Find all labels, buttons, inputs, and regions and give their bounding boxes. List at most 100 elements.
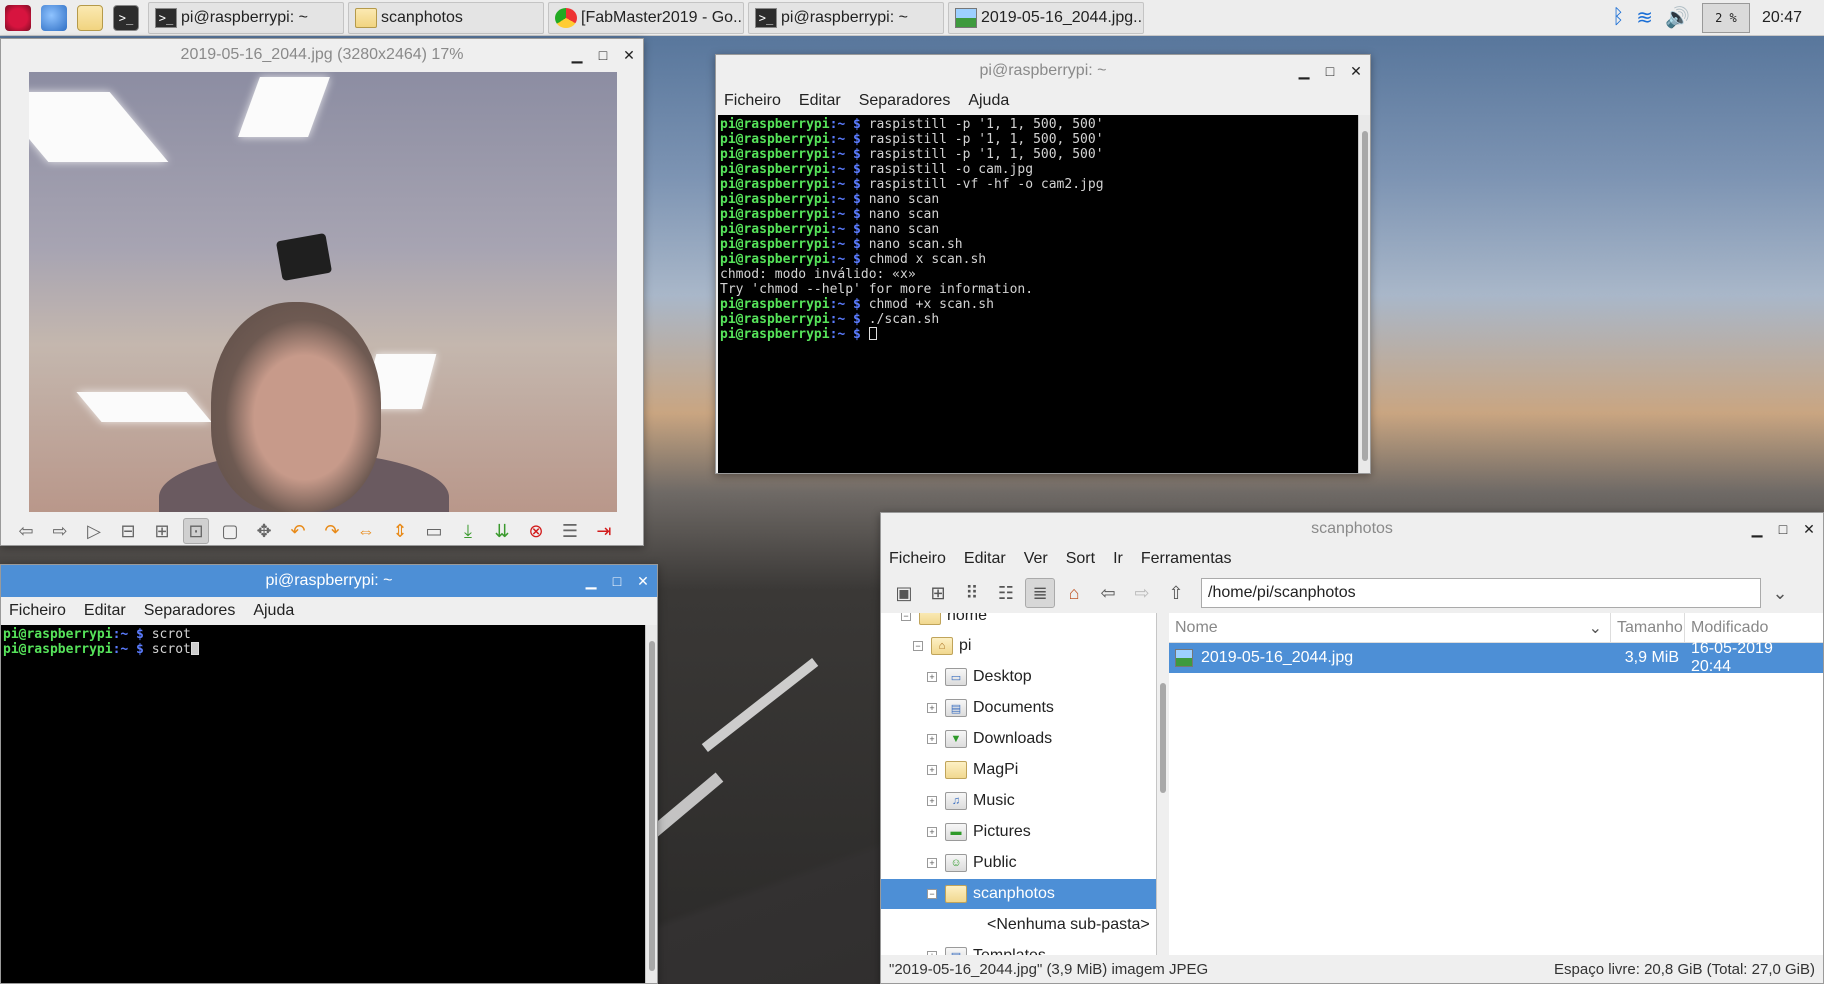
expand-icon[interactable]: + — [927, 734, 937, 744]
wifi-icon[interactable]: ≋ — [1636, 5, 1653, 30]
tree-item-downloads[interactable]: + ▼ Downloads — [881, 724, 1156, 754]
menu-ajuda[interactable]: Ajuda — [968, 92, 1009, 110]
open-file-icon[interactable]: ▭ — [421, 518, 447, 544]
task-terminal-1[interactable]: >_ pi@raspberrypi: ~ — [148, 1, 344, 34]
scroll-thumb[interactable] — [1362, 131, 1368, 461]
back-icon[interactable]: ⇦ — [1093, 578, 1123, 608]
terminal-scrollbar[interactable] — [1358, 115, 1370, 473]
task-scanphotos[interactable]: scanphotos — [348, 1, 544, 34]
slideshow-icon[interactable]: ▷ — [81, 518, 107, 544]
flip-vertical-icon[interactable]: ⇕ — [387, 518, 413, 544]
zoom-out-icon[interactable]: ⊟ — [115, 518, 141, 544]
collapse-icon[interactable]: − — [913, 641, 923, 651]
menu-separadores[interactable]: Separadores — [144, 602, 236, 620]
task-chromium[interactable]: [FabMaster2019 - Go... — [548, 1, 744, 34]
clock[interactable]: 20:47 — [1762, 9, 1802, 27]
tree-item-pictures[interactable]: + ▬ Pictures — [881, 817, 1156, 847]
column-modified[interactable]: Modificado — [1685, 613, 1803, 643]
fullscreen-icon[interactable]: ✥ — [251, 518, 277, 544]
tree-item-public[interactable]: + ☺ Public — [881, 848, 1156, 878]
column-name[interactable]: Nome ⌄ — [1169, 612, 1611, 643]
maximize-icon[interactable]: □ — [597, 47, 609, 63]
minimize-icon[interactable]: ▁ — [571, 47, 583, 64]
expand-icon[interactable]: + — [927, 858, 937, 868]
minimize-icon[interactable]: ▁ — [1298, 63, 1310, 80]
file-row[interactable]: 2019-05-16_2044.jpg 3,9 MiB 16-05-2019 2… — [1169, 640, 1823, 675]
bluetooth-icon[interactable]: ᛒ — [1612, 6, 1624, 29]
list-view-icon[interactable]: ≣ — [1025, 578, 1055, 608]
expand-icon[interactable]: + — [927, 765, 937, 775]
close-icon[interactable]: ✕ — [1803, 521, 1815, 538]
minimize-icon[interactable]: ▁ — [1751, 521, 1763, 538]
save-icon[interactable]: ⤓ — [455, 518, 481, 544]
tree-item-scanphotos[interactable]: − scanphotos — [881, 879, 1156, 909]
fit-window-icon[interactable]: ⊡ — [183, 518, 209, 544]
collapse-icon[interactable]: − — [927, 889, 937, 899]
menu-ficheiro[interactable]: Ficheiro — [724, 92, 781, 110]
collapse-icon[interactable]: − — [901, 613, 911, 621]
tree-item-desktop[interactable]: + ▭ Desktop — [881, 662, 1156, 692]
tree-item-home[interactable]: − home — [881, 613, 1156, 631]
up-icon[interactable]: ⇧ — [1161, 578, 1191, 608]
browser-launcher[interactable] — [36, 0, 72, 36]
terminal-output[interactable]: pi@raspberrypi:~ $ raspistill -p '1, 1, … — [718, 115, 1370, 473]
thumbnail-view-icon[interactable]: ⠿ — [957, 578, 987, 608]
maximize-icon[interactable]: □ — [611, 573, 623, 589]
flip-horizontal-icon[interactable]: ⇔ — [353, 518, 379, 544]
next-icon[interactable]: ⇨ — [47, 518, 73, 544]
menu-editar[interactable]: Editar — [964, 550, 1006, 568]
tree-item-templates[interactable]: + ▤ Templates — [881, 941, 1156, 955]
cpu-monitor[interactable]: 2 % — [1701, 2, 1750, 33]
file-manager-launcher[interactable] — [72, 0, 108, 36]
original-size-icon[interactable]: ▢ — [217, 518, 243, 544]
delete-icon[interactable]: ⊗ — [523, 518, 549, 544]
column-size[interactable]: Tamanho — [1611, 612, 1685, 643]
photo-canvas[interactable] — [29, 72, 617, 512]
menu-launcher[interactable] — [0, 0, 36, 36]
forward-icon[interactable]: ⇨ — [1127, 578, 1157, 608]
maximize-icon[interactable]: □ — [1324, 63, 1336, 79]
scroll-thumb[interactable] — [649, 641, 655, 971]
tree-item-magpi[interactable]: + MagPi — [881, 755, 1156, 785]
menu-ficheiro[interactable]: Ficheiro — [889, 550, 946, 568]
home-icon[interactable]: ⌂ — [1059, 578, 1089, 608]
minimize-icon[interactable]: ▁ — [585, 573, 597, 590]
fm-titlebar[interactable]: scanphotos ▁ □ ✕ — [881, 513, 1823, 545]
terminal-output[interactable]: pi@raspberrypi:~ $ scrot pi@raspberrypi:~… — [1, 625, 657, 983]
menu-ir[interactable]: Ir — [1113, 550, 1123, 568]
tree-item-music[interactable]: + ♫ Music — [881, 786, 1156, 816]
quit-icon[interactable]: ⇥ — [591, 518, 617, 544]
terminal-titlebar[interactable]: pi@raspberrypi: ~ ▁ □ ✕ — [1, 565, 657, 597]
expand-icon[interactable]: + — [927, 827, 937, 837]
task-terminal-2[interactable]: >_ pi@raspberrypi: ~ — [748, 1, 944, 34]
menu-editar[interactable]: Editar — [84, 602, 126, 620]
icon-view-icon[interactable]: ⊞ — [923, 578, 953, 608]
close-icon[interactable]: ✕ — [623, 47, 635, 64]
terminal-titlebar[interactable]: pi@raspberrypi: ~ ▁ □ ✕ — [716, 55, 1370, 87]
terminal-scrollbar[interactable] — [645, 625, 657, 983]
scroll-thumb[interactable] — [1160, 683, 1166, 793]
compact-view-icon[interactable]: ☷ — [991, 578, 1021, 608]
menu-ferramentas[interactable]: Ferramentas — [1141, 550, 1232, 568]
rotate-right-icon[interactable]: ↷ — [319, 518, 345, 544]
save-as-icon[interactable]: ⇊ — [489, 518, 515, 544]
terminal-launcher[interactable]: >_ — [108, 0, 144, 36]
tree-item-pi[interactable]: − ⌂ pi — [881, 631, 1156, 661]
preferences-icon[interactable]: ☰ — [557, 518, 583, 544]
zoom-in-icon[interactable]: ⊞ — [149, 518, 175, 544]
menu-ver[interactable]: Ver — [1024, 550, 1048, 568]
rotate-left-icon[interactable]: ↶ — [285, 518, 311, 544]
expand-icon[interactable]: + — [927, 796, 937, 806]
tree-item-documents[interactable]: + ▤ Documents — [881, 693, 1156, 723]
close-icon[interactable]: ✕ — [637, 573, 649, 590]
chevron-down-icon[interactable]: ⌄ — [1765, 578, 1795, 608]
tree-scrollbar[interactable] — [1157, 613, 1169, 955]
menu-separadores[interactable]: Separadores — [859, 92, 951, 110]
maximize-icon[interactable]: □ — [1777, 521, 1789, 537]
new-window-icon[interactable]: ▣ — [889, 578, 919, 608]
menu-ficheiro[interactable]: Ficheiro — [9, 602, 66, 620]
path-input[interactable]: /home/pi/scanphotos — [1201, 578, 1761, 608]
task-image-viewer[interactable]: 2019-05-16_2044.jpg... — [948, 1, 1144, 34]
viewer-titlebar[interactable]: 2019-05-16_2044.jpg (3280x2464) 17% ▁ □ … — [1, 39, 643, 71]
previous-icon[interactable]: ⇦ — [13, 518, 39, 544]
